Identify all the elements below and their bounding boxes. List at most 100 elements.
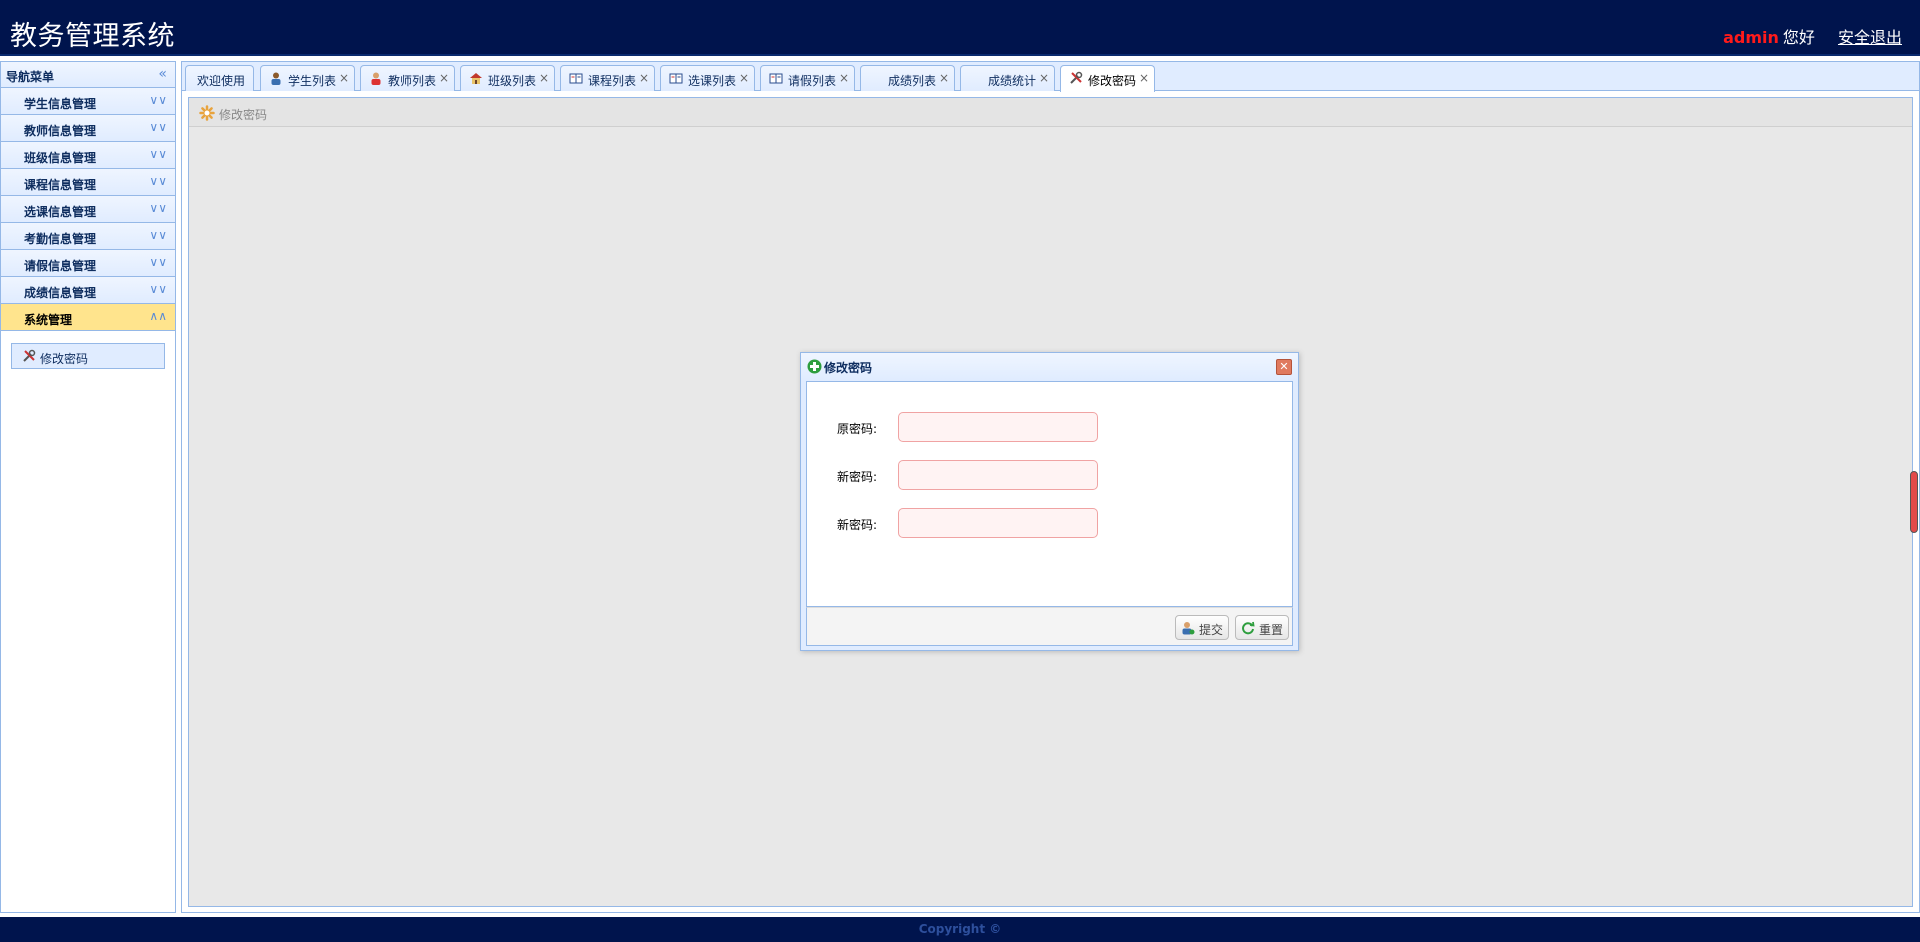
book-icon: [769, 71, 783, 85]
nav-section-leave[interactable]: 请假信息管理 ∨∨: [1, 250, 175, 277]
close-icon[interactable]: ×: [939, 71, 949, 85]
close-icon[interactable]: ✕: [1276, 359, 1292, 375]
submit-label: 提交: [1199, 623, 1224, 637]
nav-section-selection[interactable]: 选课信息管理 ∨∨: [1, 196, 175, 223]
tab-class-list[interactable]: 班级列表 ×: [460, 65, 555, 91]
book-icon: [569, 71, 583, 85]
old-password-field[interactable]: [898, 412, 1098, 442]
dialog-footer: 提交 重置: [806, 607, 1293, 646]
nav-title: 导航菜单: [6, 70, 55, 84]
tab-selection-list[interactable]: 选课列表 ×: [660, 65, 755, 91]
reset-button[interactable]: 重置: [1235, 615, 1289, 640]
close-icon[interactable]: ×: [839, 71, 849, 85]
tab-label: 成绩列表: [888, 74, 937, 88]
tab-grade-list[interactable]: 成绩列表 ×: [860, 65, 955, 91]
nav-section-label: 系统管理: [24, 313, 73, 327]
tab-student-list[interactable]: 学生列表 ×: [260, 65, 355, 91]
chevron-down-icon: ∨∨: [149, 228, 167, 242]
tab-teacher-list[interactable]: 教师列表 ×: [360, 65, 455, 91]
add-icon: [807, 359, 822, 377]
tab-label: 班级列表: [488, 74, 537, 88]
nav-section-label: 请假信息管理: [24, 259, 97, 273]
close-icon[interactable]: ×: [339, 71, 349, 85]
chevron-down-icon: ∨∨: [149, 120, 167, 134]
nav-section-label: 考勤信息管理: [24, 232, 97, 246]
user-area: admin 您好 安全退出: [1723, 24, 1902, 48]
close-icon[interactable]: ×: [739, 71, 749, 85]
chevron-down-icon: ∨∨: [149, 174, 167, 188]
nav-section-system[interactable]: 系统管理 ∧∧: [1, 304, 175, 331]
tab-label: 欢迎使用: [197, 74, 246, 88]
tab-course-list[interactable]: 课程列表 ×: [560, 65, 655, 91]
dialog-title: 修改密码: [824, 361, 873, 375]
scrollbar-thumb[interactable]: [1910, 471, 1918, 533]
refresh-icon: [1241, 621, 1255, 638]
form-row-old-password: 原密码:: [807, 412, 1292, 442]
nav-section-label: 课程信息管理: [24, 178, 97, 192]
chevron-down-icon: ∨∨: [149, 147, 167, 161]
nav-section-label: 班级信息管理: [24, 151, 97, 165]
tab-label: 教师列表: [388, 74, 437, 88]
panel-header: 修改密码: [189, 98, 1912, 127]
tab-label: 选课列表: [688, 74, 737, 88]
house-icon: [469, 71, 483, 85]
panel-title: 修改密码: [219, 108, 268, 122]
nav-section-attendance[interactable]: 考勤信息管理 ∨∨: [1, 223, 175, 250]
logout-link[interactable]: 安全退出: [1838, 28, 1902, 47]
new-password-field[interactable]: [898, 460, 1098, 490]
confirm-password-field[interactable]: [898, 508, 1098, 538]
chevron-down-icon: ∨∨: [149, 93, 167, 107]
greeting-text: 您好: [1782, 28, 1815, 47]
tools-icon: [22, 349, 36, 366]
system-section-body: 修改密码: [1, 331, 175, 381]
dialog-body: 原密码: 新密码: 新密码:: [806, 381, 1293, 607]
tab-welcome[interactable]: 欢迎使用: [185, 65, 254, 91]
form-row-confirm-password: 新密码:: [807, 508, 1292, 538]
close-icon[interactable]: ×: [539, 71, 549, 85]
submit-button[interactable]: 提交: [1175, 615, 1229, 640]
tab-strip: 欢迎使用 学生列表 × 教师列表 × 班级列表 × 课程列表 × 选课列表 ×: [182, 62, 1919, 92]
double-chevron-left-icon[interactable]: «: [158, 66, 167, 82]
nav-section-course[interactable]: 课程信息管理 ∨∨: [1, 169, 175, 196]
new-password-label: 新密码:: [837, 470, 878, 484]
close-icon[interactable]: ×: [1039, 71, 1049, 85]
confirm-password-label: 新密码:: [837, 518, 878, 532]
gear-icon: [199, 105, 215, 124]
change-password-dialog: 修改密码 ✕ 原密码: 新密码: 新密码: 提交 重置: [800, 352, 1299, 651]
chevron-up-icon: ∧∧: [149, 309, 167, 323]
tab-change-password[interactable]: 修改密码 ×: [1060, 65, 1155, 92]
tools-icon: [1069, 71, 1083, 85]
chevron-down-icon: ∨∨: [149, 201, 167, 215]
close-icon[interactable]: ×: [439, 71, 449, 85]
tab-label: 修改密码: [1088, 74, 1137, 88]
navigation-menu: 导航菜单 « 学生信息管理 ∨∨ 教师信息管理 ∨∨ 班级信息管理 ∨∨ 课程信…: [0, 61, 176, 913]
tab-grade-stats[interactable]: 成绩统计 ×: [960, 65, 1055, 91]
user-red-icon: [369, 71, 383, 85]
nav-item-change-password[interactable]: 修改密码: [11, 343, 165, 369]
reset-label: 重置: [1259, 623, 1284, 637]
app-title: 教务管理系统: [10, 21, 175, 52]
nav-section-label: 成绩信息管理: [24, 286, 97, 300]
book-icon: [669, 71, 683, 85]
user-submit-icon: [1181, 621, 1195, 638]
old-password-label: 原密码:: [837, 422, 878, 436]
tab-label: 成绩统计: [988, 74, 1037, 88]
close-icon[interactable]: ×: [639, 71, 649, 85]
nav-section-student[interactable]: 学生信息管理 ∨∨: [1, 88, 175, 115]
app-footer: Copyright ©: [0, 917, 1920, 942]
nav-section-label: 学生信息管理: [24, 97, 97, 111]
nav-section-grades[interactable]: 成绩信息管理 ∨∨: [1, 277, 175, 304]
nav-section-teacher[interactable]: 教师信息管理 ∨∨: [1, 115, 175, 142]
app-header: 教务管理系统 admin 您好 安全退出: [0, 0, 1920, 56]
tab-leave-list[interactable]: 请假列表 ×: [760, 65, 855, 91]
form-row-new-password: 新密码:: [807, 460, 1292, 490]
nav-section-class[interactable]: 班级信息管理 ∨∨: [1, 142, 175, 169]
tab-label: 学生列表: [288, 74, 337, 88]
dialog-header[interactable]: 修改密码 ✕: [801, 353, 1298, 380]
close-icon[interactable]: ×: [1139, 71, 1149, 85]
chevron-down-icon: ∨∨: [149, 255, 167, 269]
tab-label: 请假列表: [788, 74, 837, 88]
nav-section-label: 教师信息管理: [24, 124, 97, 138]
nav-section-label: 选课信息管理: [24, 205, 97, 219]
user-icon: [269, 71, 283, 85]
